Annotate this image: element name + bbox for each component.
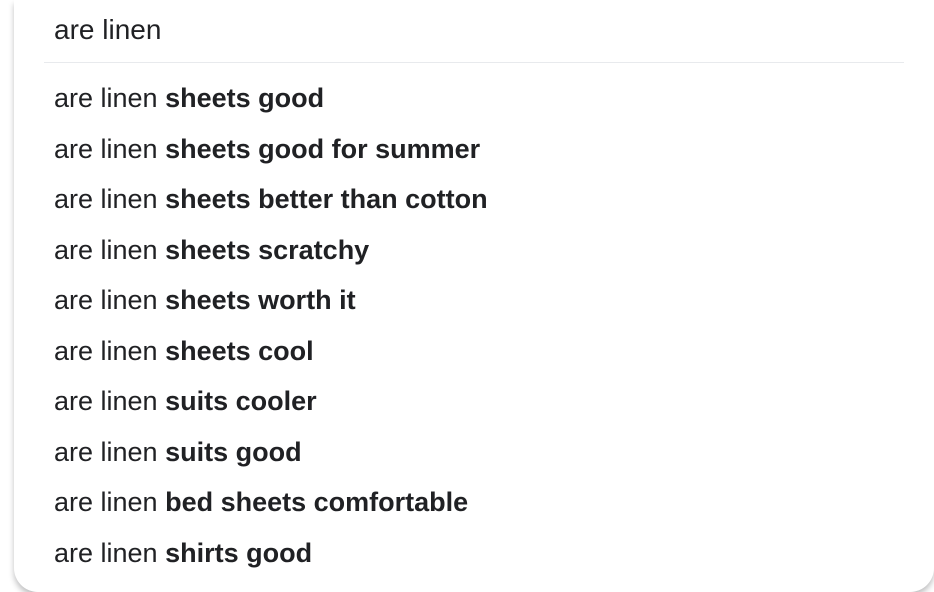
suggestion-item[interactable]: are linen sheets better than cotton: [14, 174, 934, 225]
suggestion-prefix: are linen: [54, 336, 165, 366]
suggestion-prefix: are linen: [54, 538, 165, 568]
suggestion-completion: sheets worth it: [165, 285, 356, 315]
suggestion-item[interactable]: are linen sheets worth it: [14, 275, 934, 326]
search-autocomplete-dropdown: are linen sheets good are linen sheets g…: [14, 0, 934, 592]
suggestion-item[interactable]: are linen sheets cool: [14, 326, 934, 377]
suggestion-completion: sheets better than cotton: [165, 184, 488, 214]
suggestion-item[interactable]: are linen shirts good: [14, 528, 934, 579]
suggestion-completion: shirts good: [165, 538, 312, 568]
suggestion-completion: suits good: [165, 437, 302, 467]
suggestion-prefix: are linen: [54, 386, 165, 416]
suggestion-item[interactable]: are linen bed sheets comfortable: [14, 477, 934, 528]
suggestion-prefix: are linen: [54, 134, 165, 164]
suggestion-prefix: are linen: [54, 235, 165, 265]
suggestion-completion: sheets good for summer: [165, 134, 480, 164]
search-input[interactable]: [54, 14, 894, 46]
suggestion-item[interactable]: are linen sheets scratchy: [14, 225, 934, 276]
suggestion-item[interactable]: are linen suits cooler: [14, 376, 934, 427]
suggestion-item[interactable]: are linen sheets good for summer: [14, 124, 934, 175]
suggestion-completion: bed sheets comfortable: [165, 487, 468, 517]
suggestion-prefix: are linen: [54, 83, 165, 113]
suggestion-completion: sheets cool: [165, 336, 314, 366]
suggestions-list: are linen sheets good are linen sheets g…: [14, 63, 934, 578]
suggestion-prefix: are linen: [54, 184, 165, 214]
search-input-row: [14, 8, 934, 62]
suggestion-item[interactable]: are linen suits good: [14, 427, 934, 478]
suggestion-prefix: are linen: [54, 487, 165, 517]
suggestion-completion: sheets scratchy: [165, 235, 369, 265]
suggestion-completion: sheets good: [165, 83, 324, 113]
suggestion-item[interactable]: are linen sheets good: [14, 73, 934, 124]
suggestion-prefix: are linen: [54, 437, 165, 467]
suggestion-prefix: are linen: [54, 285, 165, 315]
suggestion-completion: suits cooler: [165, 386, 317, 416]
